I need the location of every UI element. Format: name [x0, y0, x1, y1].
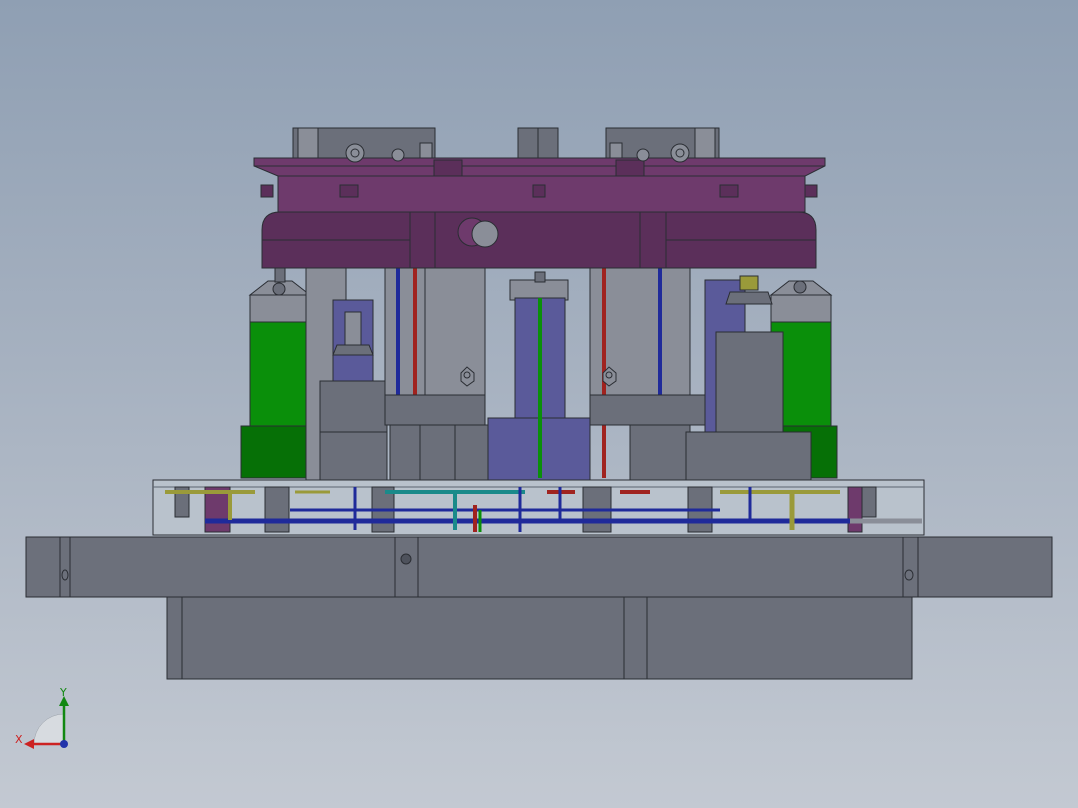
column-left-outer — [305, 267, 388, 481]
main-base-plate — [25, 536, 1053, 598]
x-axis-arrow — [24, 739, 34, 749]
column-center — [487, 271, 591, 481]
manifold-plate — [152, 479, 925, 536]
top-clamp-right — [605, 127, 720, 163]
y-axis-label: Y — [59, 686, 67, 699]
cad-viewport[interactable] — [0, 0, 1078, 808]
green-cylinder-left — [240, 267, 314, 479]
triad-quadrant — [33, 713, 65, 745]
column-left-inner — [384, 267, 489, 481]
top-clamp-left — [292, 127, 436, 163]
purple-carriage — [253, 157, 826, 269]
top-clamp-center — [517, 127, 559, 159]
x-axis-label: X — [15, 733, 23, 746]
coordinate-triad: Y X — [15, 686, 69, 749]
z-axis-dot — [60, 740, 68, 748]
lower-base-block — [166, 596, 913, 680]
